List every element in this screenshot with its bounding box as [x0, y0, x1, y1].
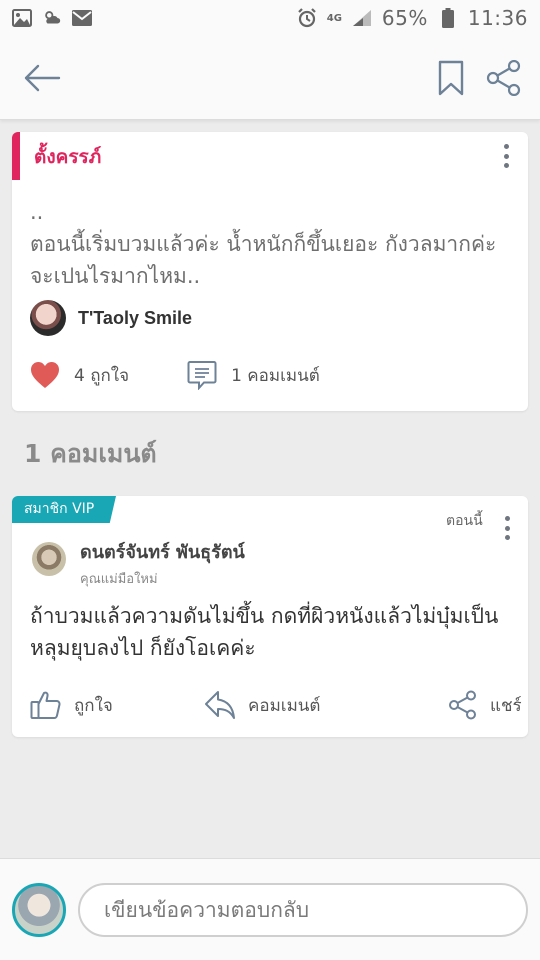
share-button[interactable] [484, 58, 524, 98]
battery-percent: 65% [381, 6, 428, 30]
comment-share-button[interactable]: แชร์ [448, 690, 522, 720]
reply-icon [205, 691, 235, 719]
heart-icon [31, 362, 59, 388]
dot-icon [504, 516, 510, 521]
vip-badge: สมาชิก VIP [12, 496, 116, 523]
commenter-name[interactable]: ดนตร์จันทร์ พันธุรัตน์ [80, 542, 245, 564]
dot-icon [503, 163, 509, 168]
comment-count: 1 คอมเมนต์ [231, 365, 320, 386]
battery-icon [438, 8, 458, 28]
comment-reply-button[interactable]: คอมเมนต์ [204, 690, 320, 720]
dot-icon [503, 153, 509, 159]
comment-count-button[interactable]: 1 คอมเมนต์ [187, 360, 320, 390]
bookmark-button[interactable] [434, 56, 468, 100]
signal-icon [352, 9, 372, 27]
status-left [12, 9, 92, 27]
dot-icon [504, 525, 510, 531]
status-bar: 4G 65% 11:36 [0, 0, 540, 36]
like-count: 4 ถูกใจ [74, 365, 130, 386]
reply-bar [0, 858, 540, 960]
image-icon [12, 9, 32, 27]
avatar[interactable] [32, 542, 66, 576]
post-body: .. ตอนนี้เริ่มบวมแล้วค่ะ น้ำหนักก็ขึ้นเย… [30, 200, 497, 288]
like-button[interactable]: 4 ถูกใจ [30, 361, 129, 389]
comment-share-label: แชร์ [490, 695, 522, 716]
commenter-tag: คุณแม่มือใหม่ [80, 572, 158, 587]
comment-reply-label: คอมเมนต์ [248, 695, 321, 716]
author-name[interactable]: T'Taoly Smile [78, 308, 192, 329]
comment-actions: ถูกใจ คอมเมนต์ แชร์ [30, 690, 522, 722]
alarm-icon [297, 8, 317, 28]
share-icon [449, 690, 476, 720]
comment-card: สมาชิก VIP ตอนนี้ ดนตร์จันทร์ พันธุรัตน์… [12, 496, 528, 737]
avatar [12, 883, 66, 937]
app-bar [0, 36, 540, 120]
thumbs-up-icon [30, 691, 61, 719]
mail-icon [72, 9, 92, 27]
bookmark-icon [438, 60, 464, 96]
weather-icon [42, 9, 62, 27]
post-category[interactable]: ตั้งครรภ์ [34, 142, 101, 172]
post-card: ตั้งครรภ์ .. ตอนนี้เริ่มบวมแล้วค่ะ น้ำหน… [12, 132, 528, 411]
commenter[interactable]: ดนตร์จันทร์ พันธุรัตน์ คุณแม่มือใหม่ [32, 542, 245, 589]
post-author[interactable]: T'Taoly Smile [30, 300, 192, 336]
dot-icon [504, 535, 510, 540]
comment-more-button[interactable] [499, 514, 515, 542]
clock: 11:36 [467, 6, 528, 30]
avatar[interactable] [30, 300, 66, 336]
comment-body: ถ้าบวมแล้วความดันไม่ขึ้น กดที่ผิวหนังแล้… [30, 604, 499, 660]
comment-timestamp: ตอนนี้ [446, 513, 483, 529]
post-more-button[interactable] [498, 142, 514, 170]
arrow-left-icon [24, 64, 61, 92]
category-indicator [12, 132, 20, 180]
back-button[interactable] [22, 58, 62, 98]
post-actions: 4 ถูกใจ 1 คอมเมนต์ [30, 360, 510, 390]
comments-heading: 1 คอมเมนต์ [24, 439, 157, 468]
comment-like-button[interactable]: ถูกใจ [30, 690, 113, 720]
commenter-info: ดนตร์จันทร์ พันธุรัตน์ คุณแม่มือใหม่ [80, 542, 245, 589]
dot-icon [503, 144, 509, 149]
network-type: 4G [326, 12, 342, 24]
reply-input[interactable] [78, 883, 528, 937]
share-icon [486, 60, 521, 96]
status-right: 4G 65% 11:36 [297, 6, 528, 30]
comment-icon [187, 361, 217, 390]
comment-like-label: ถูกใจ [74, 695, 113, 716]
